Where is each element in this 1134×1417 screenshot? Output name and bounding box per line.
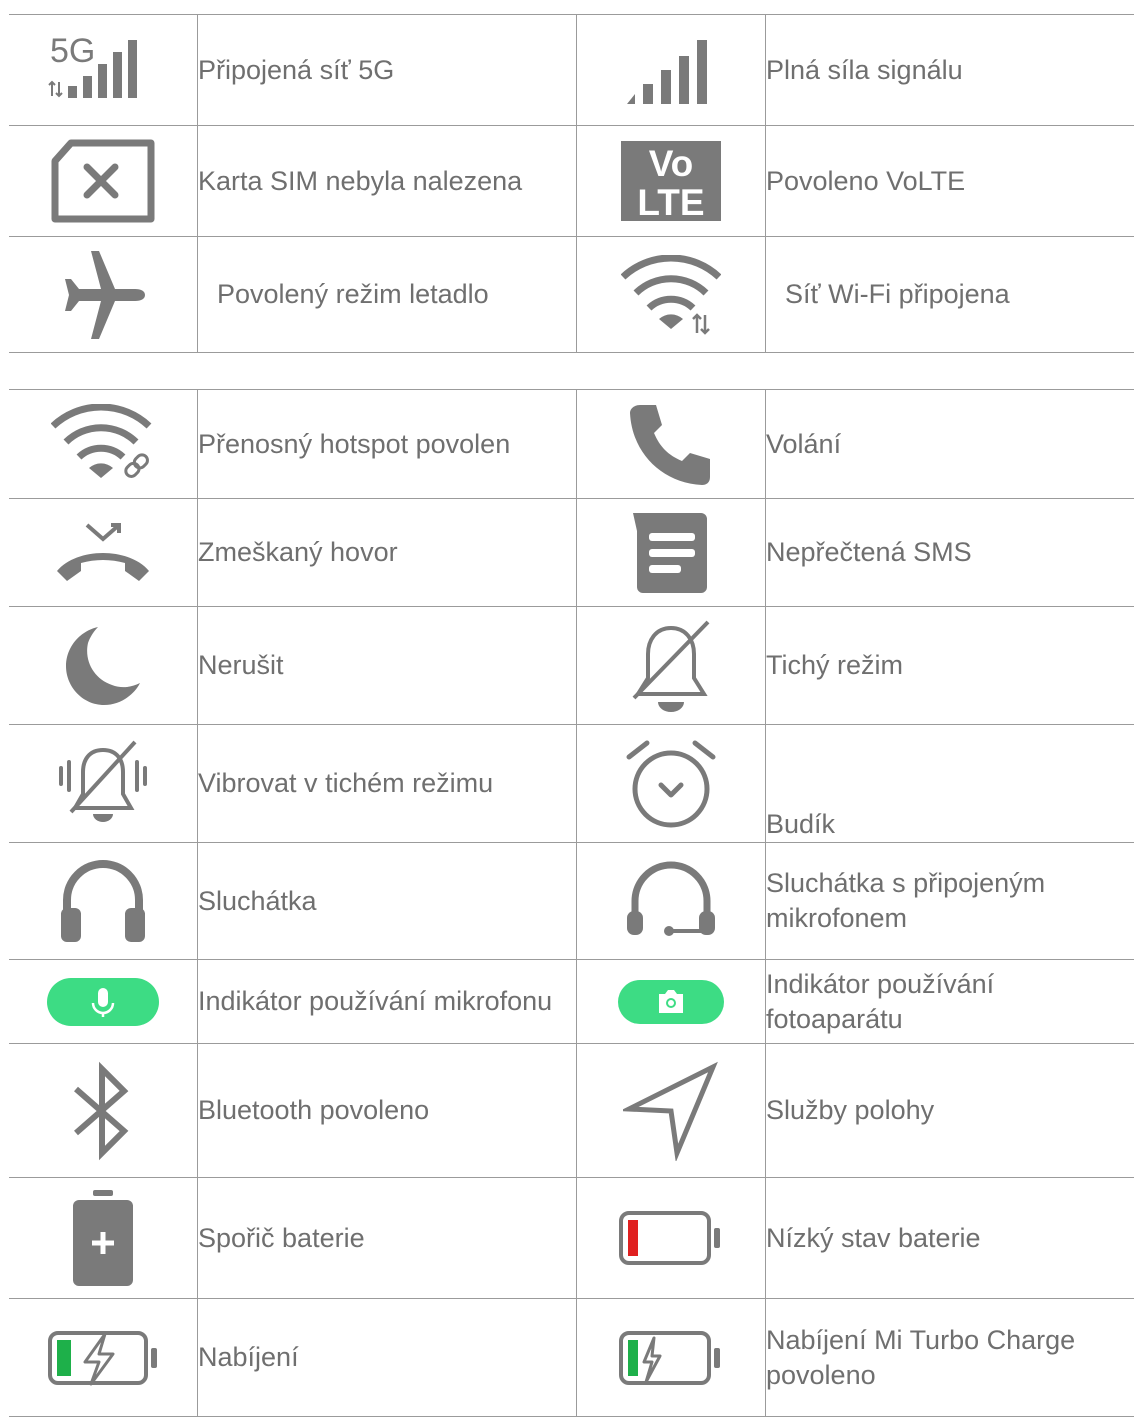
volte-lte-label: LTE bbox=[637, 182, 704, 223]
icon-cell bbox=[577, 390, 766, 499]
icon-cell bbox=[577, 1178, 766, 1299]
status-label: Sluchátka bbox=[198, 843, 577, 960]
status-icons-table-main: Přenosný hotspot povolen Volání Zmeškaný… bbox=[9, 389, 1134, 1417]
full-signal-icon bbox=[621, 34, 721, 106]
icon-cell: 5G bbox=[9, 15, 198, 126]
icon-cell bbox=[9, 725, 198, 843]
charging-icon bbox=[47, 1328, 159, 1388]
alarm-clock-icon bbox=[623, 739, 719, 829]
status-label: Připojená síť 5G bbox=[198, 15, 577, 126]
status-icons-table-top: 5G Připojená síť 5G Plná síla signálu bbox=[9, 14, 1134, 353]
turbo-charge-icon bbox=[618, 1328, 724, 1388]
status-label: Plná síla signálu bbox=[766, 15, 1134, 126]
missed-call-icon bbox=[53, 521, 153, 585]
icon-cell bbox=[9, 843, 198, 960]
status-label: Zmeškaný hovor bbox=[198, 499, 577, 607]
icon-cell bbox=[577, 15, 766, 126]
icon-cell bbox=[577, 725, 766, 843]
headphones-icon bbox=[57, 856, 149, 946]
headset-mic-icon bbox=[623, 861, 719, 941]
icon-cell bbox=[577, 237, 766, 353]
status-label: Bluetooth povoleno bbox=[198, 1044, 577, 1178]
table-row: Karta SIM nebyla nalezena Vo LTE Povolen… bbox=[9, 126, 1134, 237]
status-label: Sluchátka s připojeným mikrofonem bbox=[766, 843, 1134, 960]
status-label: Vibrovat v tichém režimu bbox=[198, 725, 577, 843]
low-battery-icon bbox=[618, 1210, 724, 1266]
icon-cell bbox=[577, 1299, 766, 1417]
silent-bell-icon bbox=[626, 618, 716, 714]
table-row: Nabíjení Nabíjení Mi Turbo Charge povole… bbox=[9, 1299, 1134, 1417]
sms-icon bbox=[631, 509, 711, 597]
table-row: Nerušit Tichý režim bbox=[9, 607, 1134, 725]
status-label: Síť Wi-Fi připojena bbox=[766, 237, 1134, 353]
status-label: Budík bbox=[766, 725, 1134, 843]
table-row: Povolený režim letadlo Síť Wi-Fi připoje… bbox=[9, 237, 1134, 353]
status-label: Nízký stav baterie bbox=[766, 1178, 1134, 1299]
table-row: Vibrovat v tichém režimu Budík bbox=[9, 725, 1134, 843]
vibrate-silent-icon bbox=[55, 740, 151, 828]
volte-vo-label: Vo bbox=[649, 143, 694, 184]
icon-cell bbox=[577, 607, 766, 725]
status-label: Nabíjení Mi Turbo Charge povoleno bbox=[766, 1299, 1134, 1417]
table-row: Přenosný hotspot povolen Volání bbox=[9, 390, 1134, 499]
status-label: Nepřečtená SMS bbox=[766, 499, 1134, 607]
phone-call-icon bbox=[626, 399, 716, 489]
table-row: Zmeškaný hovor Nepřečtená SMS bbox=[9, 499, 1134, 607]
battery-saver-icon bbox=[71, 1188, 135, 1288]
icon-cell bbox=[577, 499, 766, 607]
airplane-icon bbox=[57, 249, 149, 341]
status-label: Přenosný hotspot povolen bbox=[198, 390, 577, 499]
5g-signal-icon: 5G bbox=[48, 34, 158, 106]
status-label: Nerušit bbox=[198, 607, 577, 725]
icon-cell bbox=[577, 1044, 766, 1178]
volte-icon: Vo LTE bbox=[619, 139, 723, 223]
wifi-connected-icon bbox=[621, 255, 721, 335]
5g-label: 5G bbox=[50, 34, 95, 70]
icon-cell bbox=[9, 126, 198, 237]
table-row: Bluetooth povoleno Služby polohy bbox=[9, 1044, 1134, 1178]
status-label: Volání bbox=[766, 390, 1134, 499]
icon-cell bbox=[9, 1299, 198, 1417]
table-row: Indikátor používání mikrofonu Indikátor … bbox=[9, 960, 1134, 1044]
icon-cell: Vo LTE bbox=[577, 126, 766, 237]
camera-indicator-icon bbox=[617, 978, 725, 1026]
status-label: Spořič baterie bbox=[198, 1178, 577, 1299]
icon-cell bbox=[9, 960, 198, 1044]
status-label: Povoleno VoLTE bbox=[766, 126, 1134, 237]
icon-cell bbox=[9, 237, 198, 353]
hotspot-icon bbox=[51, 404, 155, 484]
table-row: Sluchátka Sluchátka s připojeným mikrofo… bbox=[9, 843, 1134, 960]
icon-cell bbox=[9, 390, 198, 499]
status-label: Indikátor používání mikrofonu bbox=[198, 960, 577, 1044]
moon-icon bbox=[58, 621, 148, 711]
table-row: 5G Připojená síť 5G Plná síla signálu bbox=[9, 15, 1134, 126]
status-label: Tichý režim bbox=[766, 607, 1134, 725]
icon-cell bbox=[577, 843, 766, 960]
icon-cell bbox=[577, 960, 766, 1044]
icon-cell bbox=[9, 607, 198, 725]
status-label: Povolený režim letadlo bbox=[198, 237, 577, 353]
status-label: Nabíjení bbox=[198, 1299, 577, 1417]
status-label: Služby polohy bbox=[766, 1044, 1134, 1178]
icon-cell bbox=[9, 499, 198, 607]
mic-indicator-icon bbox=[46, 976, 160, 1028]
bluetooth-icon bbox=[68, 1061, 138, 1161]
status-label: Karta SIM nebyla nalezena bbox=[198, 126, 577, 237]
icon-cell bbox=[9, 1044, 198, 1178]
table-row: Spořič baterie Nízký stav baterie bbox=[9, 1178, 1134, 1299]
location-arrow-icon bbox=[623, 1061, 719, 1161]
status-label: Indikátor používání fotoaparátu bbox=[766, 960, 1134, 1044]
icon-cell bbox=[9, 1178, 198, 1299]
no-sim-icon bbox=[49, 139, 157, 223]
